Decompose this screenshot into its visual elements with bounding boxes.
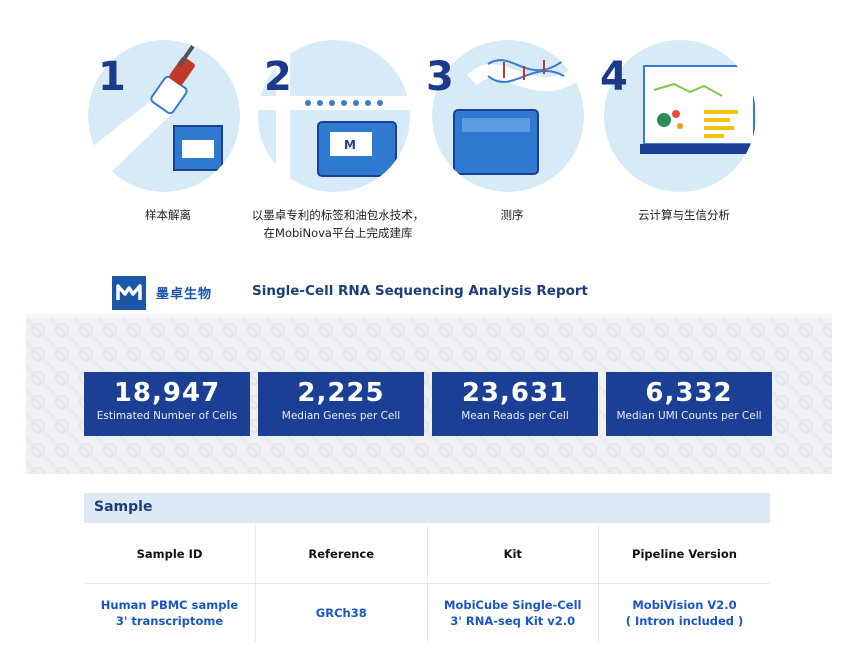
sample-title: Sample: [94, 499, 153, 515]
stat-estimated-cells: 18,947 Estimated Number of Cells: [84, 372, 250, 436]
stat-value: 2,225: [297, 378, 385, 408]
brand-name: 墨卓生物: [156, 287, 213, 302]
reference-cell: GRCh38: [255, 583, 428, 642]
report-title: Single-Cell RNA Sequencing Analysis Repo…: [252, 283, 588, 299]
table-row: Human PBMC sample 3' transcriptome GRCh3…: [84, 583, 770, 642]
sample-table: Sample ID Reference Kit Pipeline Version…: [84, 525, 770, 642]
stat-label: Median Genes per Cell: [281, 410, 401, 422]
stat-label: Mean Reads per Cell: [461, 410, 569, 422]
step-number: 3: [426, 54, 454, 100]
stat-median-umi: 6,332 Median UMI Counts per Cell: [606, 372, 772, 436]
stat-label: Estimated Number of Cells: [96, 410, 238, 422]
column-header: Pipeline Version: [598, 525, 770, 584]
stat-value: 18,947: [113, 378, 221, 408]
svg-text:M: M: [344, 138, 356, 152]
report-header: 墨卓生物 Single-Cell RNA Sequencing Analysis…: [112, 272, 752, 312]
column-header: Reference: [255, 525, 428, 584]
stat-value: 23,631: [461, 378, 569, 408]
sample-section-header: Sample: [84, 493, 770, 523]
step-number: 4: [600, 54, 628, 100]
workflow-steps: 1 样本解离 M 2 以墨卓专利的标签和油包水技术， 在MobiNova平台上完…: [0, 0, 851, 250]
pipeline-version-cell: MobiVision V2.0 ( Intron included ): [625, 598, 744, 628]
column-header: Sample ID: [84, 525, 256, 584]
stat-value: 6,332: [645, 378, 733, 408]
column-header: Kit: [427, 525, 599, 584]
table-header-row: Sample ID Reference Kit Pipeline Version: [84, 525, 770, 584]
step-3-illustration: [432, 40, 584, 192]
step-4: 4 云计算与生信分析: [594, 40, 756, 240]
step-number: 2: [264, 54, 292, 100]
mobidrop-logo: [112, 276, 146, 310]
kit-cell: MobiCube Single-Cell 3' RNA-seq Kit v2.0: [427, 583, 599, 642]
step-number: 1: [98, 54, 126, 100]
stat-median-genes: 2,225 Median Genes per Cell: [258, 372, 424, 436]
stat-mean-reads: 23,631 Mean Reads per Cell: [432, 372, 598, 436]
step-caption: 云计算与生信分析: [638, 208, 730, 222]
stat-label: Median UMI Counts per Cell: [616, 410, 762, 422]
sample-id-cell: Human PBMC sample 3' transcriptome: [84, 583, 256, 642]
